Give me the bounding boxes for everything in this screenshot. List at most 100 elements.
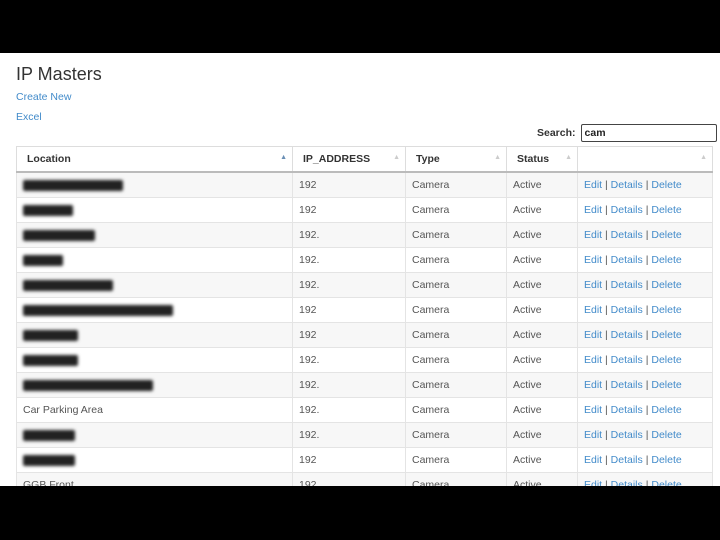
- edit-link[interactable]: Edit: [584, 479, 602, 486]
- delete-link[interactable]: Delete: [651, 304, 681, 316]
- type-text: Camera: [412, 429, 450, 441]
- location-cell: [16, 322, 293, 348]
- ip-address-cell: 192: [292, 297, 406, 323]
- status-cell: Active: [506, 272, 578, 298]
- ip-masters-table: Location ▲ IP_ADDRESS ▲ Type ▲ Status ▲: [16, 146, 713, 486]
- delete-link[interactable]: Delete: [651, 454, 681, 466]
- separator: |: [645, 379, 649, 391]
- status-cell: Active: [506, 447, 578, 473]
- type-cell: Camera: [405, 222, 507, 248]
- edit-link[interactable]: Edit: [584, 204, 602, 216]
- details-link[interactable]: Details: [611, 454, 643, 466]
- edit-link[interactable]: Edit: [584, 454, 602, 466]
- column-header-status[interactable]: Status ▲: [506, 146, 578, 173]
- column-header-type[interactable]: Type ▲: [405, 146, 507, 173]
- details-link[interactable]: Details: [611, 354, 643, 366]
- table-row: 192 Camera Active Edit | Details | Delet…: [16, 171, 713, 198]
- delete-link[interactable]: Delete: [651, 254, 681, 266]
- header-label: IP_ADDRESS: [303, 153, 371, 165]
- delete-link[interactable]: Delete: [651, 229, 681, 241]
- separator: |: [645, 429, 649, 441]
- header-label: Type: [416, 153, 440, 165]
- delete-link[interactable]: Delete: [651, 204, 681, 216]
- details-link[interactable]: Details: [611, 204, 643, 216]
- type-text: Camera: [412, 229, 450, 241]
- sort-ascending-icon: ▲: [280, 154, 287, 161]
- status-cell: Active: [506, 247, 578, 273]
- actions-cell: Edit | Details | Delete: [577, 422, 713, 448]
- column-header-location[interactable]: Location ▲: [16, 146, 293, 173]
- edit-link[interactable]: Edit: [584, 179, 602, 191]
- ip-address-cell: 192: [292, 197, 406, 223]
- details-link[interactable]: Details: [611, 304, 643, 316]
- delete-link[interactable]: Delete: [651, 354, 681, 366]
- separator: |: [605, 404, 608, 416]
- edit-link[interactable]: Edit: [584, 304, 602, 316]
- type-cell: Camera: [405, 472, 507, 486]
- redacted-location: [23, 204, 73, 216]
- edit-link[interactable]: Edit: [584, 229, 602, 241]
- delete-link[interactable]: Delete: [651, 279, 681, 291]
- sort-both-icon: ▲: [565, 154, 572, 161]
- details-link[interactable]: Details: [611, 279, 643, 291]
- delete-link[interactable]: Delete: [651, 404, 681, 416]
- edit-link[interactable]: Edit: [584, 279, 602, 291]
- type-text: Camera: [412, 304, 450, 316]
- delete-link[interactable]: Delete: [651, 379, 681, 391]
- ip-address-text: 192.: [299, 229, 320, 241]
- location-cell: Car Parking Area: [16, 397, 293, 423]
- details-link[interactable]: Details: [611, 429, 643, 441]
- type-text: Camera: [412, 404, 450, 416]
- status-cell: Active: [506, 297, 578, 323]
- ip-address-text: 192: [299, 204, 317, 216]
- column-header-actions[interactable]: ▲: [577, 146, 713, 173]
- actions-cell: Edit | Details | Delete: [577, 472, 713, 486]
- status-cell: Active: [506, 322, 578, 348]
- ip-address-text: 192.: [299, 404, 320, 416]
- actions-cell: Edit | Details | Delete: [577, 222, 713, 248]
- edit-link[interactable]: Edit: [584, 329, 602, 341]
- actions-cell: Edit | Details | Delete: [577, 447, 713, 473]
- create-new-link[interactable]: Create New: [16, 91, 71, 103]
- ip-address-cell: 192.: [292, 222, 406, 248]
- column-header-ip-address[interactable]: IP_ADDRESS ▲: [292, 146, 406, 173]
- details-link[interactable]: Details: [611, 404, 643, 416]
- redacted-location: [23, 279, 113, 291]
- ip-address-cell: 192.: [292, 272, 406, 298]
- actions-cell: Edit | Details | Delete: [577, 347, 713, 373]
- edit-link[interactable]: Edit: [584, 354, 602, 366]
- details-link[interactable]: Details: [611, 229, 643, 241]
- actions-cell: Edit | Details | Delete: [577, 397, 713, 423]
- redacted-location: [23, 254, 63, 266]
- details-link[interactable]: Details: [611, 329, 643, 341]
- separator: |: [645, 204, 649, 216]
- delete-link[interactable]: Delete: [651, 179, 681, 191]
- redacted-location: [23, 229, 95, 241]
- ip-address-text: 192.: [299, 254, 320, 266]
- edit-link[interactable]: Edit: [584, 429, 602, 441]
- location-cell: [16, 347, 293, 373]
- separator: |: [605, 229, 608, 241]
- delete-link[interactable]: Delete: [651, 429, 681, 441]
- details-link[interactable]: Details: [611, 179, 643, 191]
- type-cell: Camera: [405, 197, 507, 223]
- ip-address-cell: 192: [292, 447, 406, 473]
- delete-link[interactable]: Delete: [651, 329, 681, 341]
- delete-link[interactable]: Delete: [651, 479, 681, 486]
- details-link[interactable]: Details: [611, 479, 643, 486]
- status-cell: Active: [506, 372, 578, 398]
- details-link[interactable]: Details: [611, 379, 643, 391]
- edit-link[interactable]: Edit: [584, 379, 602, 391]
- edit-link[interactable]: Edit: [584, 254, 602, 266]
- status-cell: Active: [506, 422, 578, 448]
- edit-link[interactable]: Edit: [584, 404, 602, 416]
- actions-cell: Edit | Details | Delete: [577, 322, 713, 348]
- details-link[interactable]: Details: [611, 254, 643, 266]
- separator: |: [645, 304, 649, 316]
- search-input[interactable]: [580, 124, 717, 142]
- table-row: 192 Camera Active Edit | Details | Delet…: [16, 197, 713, 223]
- table-row: 192. Camera Active Edit | Details | Dele…: [16, 222, 713, 248]
- redacted-location: [23, 304, 173, 316]
- excel-link[interactable]: Excel: [16, 111, 42, 123]
- ip-address-cell: 192.: [292, 347, 406, 373]
